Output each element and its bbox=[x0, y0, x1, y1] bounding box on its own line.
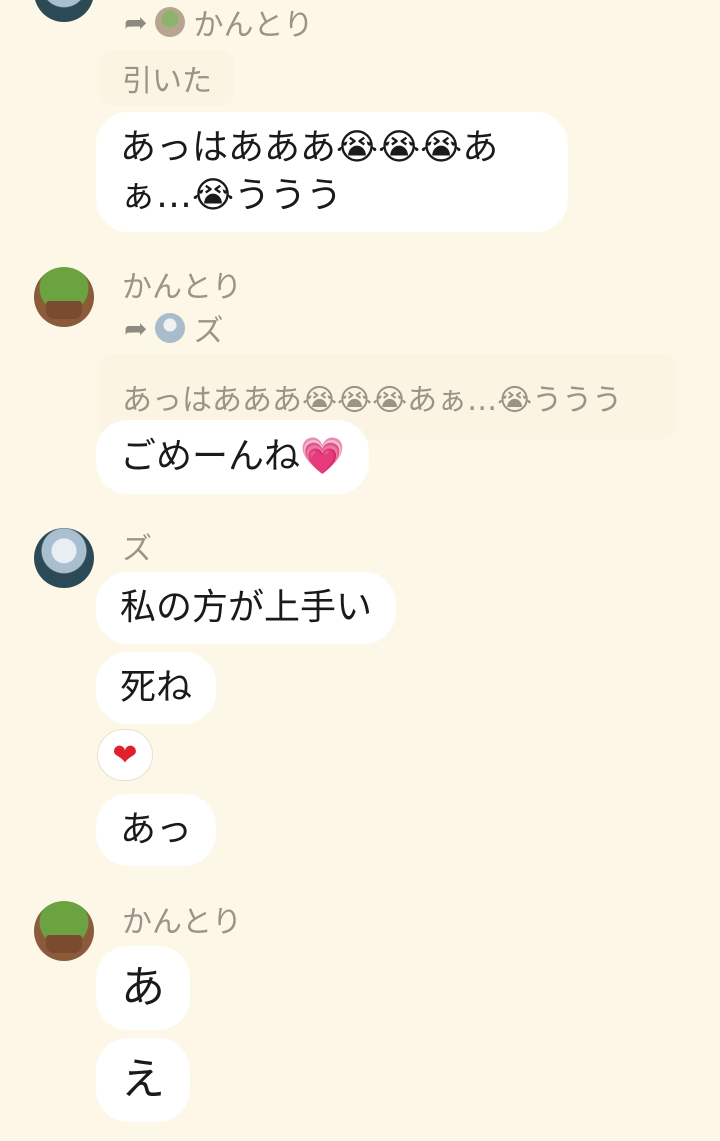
reply-avatar bbox=[155, 313, 186, 343]
quoted-message[interactable]: 引いた bbox=[100, 50, 234, 106]
message-bubble[interactable]: あっはあああ😭😭😭あ ぁ…😭ううう bbox=[96, 112, 568, 232]
avatar-kantori[interactable] bbox=[34, 267, 94, 327]
reply-arrow-icon: ➦ bbox=[124, 5, 148, 39]
avatar-kantori[interactable] bbox=[34, 901, 94, 961]
message-bubble[interactable]: あっ bbox=[96, 794, 217, 866]
reply-arrow-icon: ➦ bbox=[124, 311, 148, 345]
reply-indicator[interactable]: ➦ かんとり bbox=[124, 2, 314, 44]
message-bubble[interactable]: 死ね bbox=[96, 652, 217, 724]
message-line: あっはあああ😭😭😭あ bbox=[120, 127, 499, 168]
message-bubble[interactable]: ごめーんね💗 bbox=[96, 420, 369, 494]
message-bubble[interactable]: あ bbox=[96, 946, 190, 1030]
avatar-zu-partial[interactable] bbox=[34, 0, 94, 22]
reply-avatar bbox=[155, 7, 186, 37]
reply-to-name: かんとり bbox=[193, 8, 314, 43]
sender-name: ズ bbox=[122, 532, 152, 567]
heart-reaction[interactable]: ❤ bbox=[97, 729, 153, 781]
reply-to-name: ズ bbox=[193, 314, 224, 349]
sender-name: かんとり bbox=[122, 270, 242, 305]
sender-name: かんとり bbox=[122, 905, 242, 940]
avatar-zu[interactable] bbox=[34, 528, 94, 588]
message-line: ぁ…😭ううう bbox=[120, 175, 343, 216]
message-bubble[interactable]: 私の方が上手い bbox=[96, 572, 397, 644]
heart-icon: ❤ bbox=[112, 737, 138, 773]
reply-indicator[interactable]: ➦ ズ bbox=[124, 308, 224, 350]
message-bubble[interactable]: え bbox=[96, 1038, 190, 1122]
